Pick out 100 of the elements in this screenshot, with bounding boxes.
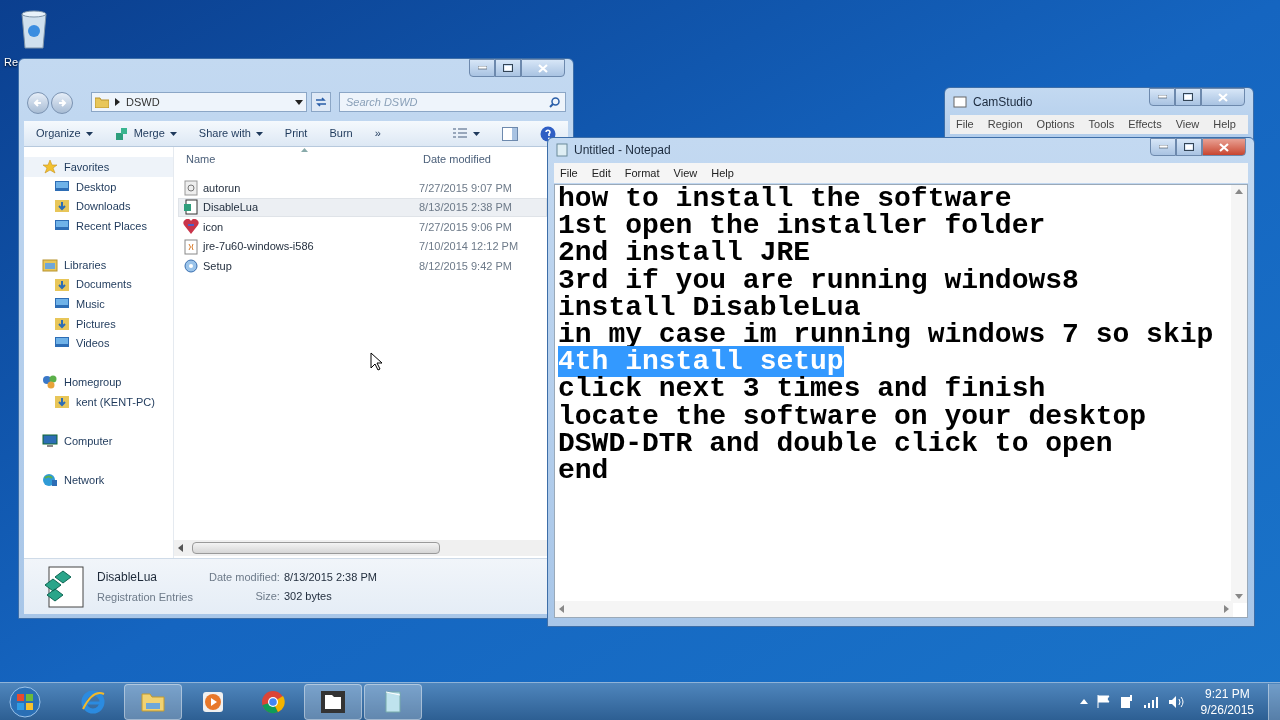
address-text: DSWD <box>126 94 161 110</box>
column-header[interactable]: Date modified <box>418 150 491 168</box>
scrollbar-thumb[interactable] <box>192 542 440 554</box>
back-arrow-icon <box>33 98 43 108</box>
detail-label: Size: <box>254 589 280 604</box>
maximize-button[interactable] <box>1175 88 1201 106</box>
scroll-left-icon[interactable] <box>559 605 564 613</box>
column-header[interactable]: Name <box>174 150 418 168</box>
minimize-icon <box>1158 145 1168 149</box>
notepad-icon <box>556 143 568 157</box>
scroll-left-icon[interactable] <box>178 544 184 552</box>
forward-button[interactable] <box>51 92 73 114</box>
taskbar-button[interactable] <box>304 683 362 720</box>
close-button[interactable] <box>521 59 565 77</box>
menu-item[interactable]: File <box>956 116 974 133</box>
toolbar-button[interactable]: » <box>374 125 381 142</box>
text-line: 3rd if you are running windows8 <box>558 264 1079 296</box>
view-options-button[interactable] <box>453 127 480 140</box>
close-button[interactable] <box>1201 88 1245 106</box>
menu-item[interactable]: Edit <box>591 164 611 182</box>
file-name: Setup <box>203 258 232 274</box>
file-date: 7/27/2015 9:06 PM <box>419 219 512 235</box>
scroll-right-icon[interactable] <box>1224 605 1229 613</box>
search-field[interactable]: Search DSWD <box>339 92 566 112</box>
menu-item[interactable]: View <box>1175 116 1200 133</box>
menu-item[interactable]: View <box>673 164 698 182</box>
nav-item[interactable]: Documents <box>24 274 173 295</box>
dropdown-icon <box>473 131 480 136</box>
scroll-up-icon[interactable] <box>1235 189 1243 194</box>
close-icon <box>538 63 548 73</box>
nav-item[interactable]: Computer <box>24 430 173 451</box>
file-date: 8/12/2015 9:42 PM <box>419 258 512 274</box>
desktop-icon-label[interactable]: Re <box>4 56 19 69</box>
heart-icon <box>183 219 199 235</box>
text-line: locate the software on your desktop <box>558 400 1147 432</box>
dropdown-icon <box>169 131 177 136</box>
maximize-icon <box>1183 93 1193 101</box>
maximize-icon <box>503 64 513 72</box>
file-name: autorun <box>203 180 241 196</box>
folder-icon <box>54 198 70 215</box>
file-row[interactable]: autorun 7/27/2015 9:07 PM <box>178 178 547 198</box>
speaker-icon[interactable] <box>1167 694 1184 709</box>
clock[interactable]: 9:21 PM 9/26/2015 <box>1200 685 1254 718</box>
show-desktop-button[interactable] <box>1268 683 1280 720</box>
preview-pane-icon[interactable] <box>502 126 518 141</box>
nav-item[interactable]: Homegroup <box>24 372 173 393</box>
nav-item[interactable]: Recent Places <box>24 216 173 236</box>
maximize-button[interactable] <box>1176 138 1202 156</box>
file-name: jre-7u60-windows-i586 <box>203 239 314 255</box>
signal-bars-icon[interactable] <box>1142 695 1159 708</box>
dropdown-icon <box>255 131 263 136</box>
back-button[interactable] <box>27 92 49 114</box>
file-row[interactable]: Setup 8/12/2015 9:42 PM <box>178 256 547 276</box>
nav-item[interactable]: Videos <box>24 333 173 354</box>
file-row[interactable]: DisableLua 8/13/2015 2:38 PM <box>178 197 547 218</box>
file-row[interactable]: jre-7u60-windows-i586 7/10/2014 12:12 PM <box>178 236 547 257</box>
file-row[interactable]: icon 7/27/2015 9:06 PM <box>178 217 547 237</box>
mouse-cursor-icon <box>370 352 382 371</box>
toolbar-button[interactable]: Share with <box>198 125 263 142</box>
close-button[interactable] <box>1202 138 1246 156</box>
nav-item[interactable]: Favorites <box>24 157 173 177</box>
sort-arrow-icon <box>301 148 308 152</box>
toolbar-button[interactable]: Organize <box>36 125 93 142</box>
nav-item[interactable]: Downloads <box>24 196 173 217</box>
help-icon[interactable] <box>540 125 556 142</box>
globe-icon <box>42 471 58 488</box>
maximize-button[interactable] <box>495 59 521 77</box>
menu-item[interactable]: Tools <box>1088 116 1115 133</box>
nav-item[interactable]: Libraries <box>24 254 173 275</box>
menu-item[interactable]: Options <box>1036 116 1075 133</box>
refresh-button[interactable] <box>311 92 331 112</box>
address-bar[interactable]: DSWD <box>91 92 307 112</box>
folder-icon <box>95 96 109 108</box>
menu-item[interactable]: Help <box>1213 116 1236 133</box>
toolbar-button[interactable]: Print <box>284 125 308 142</box>
flag-icon[interactable] <box>1096 695 1111 708</box>
window-title: CamStudio <box>973 94 1033 111</box>
close-icon <box>1219 142 1229 152</box>
toolbar-button[interactable]: Burn <box>329 125 353 142</box>
star-icon <box>42 159 58 175</box>
show-hidden-icons-icon[interactable] <box>1079 699 1088 704</box>
nav-item[interactable]: Network <box>24 469 173 490</box>
file-type: Registration Entries <box>97 589 194 605</box>
scroll-down-icon[interactable] <box>1235 594 1243 599</box>
menu-item[interactable]: Effects <box>1128 116 1162 133</box>
nav-item[interactable]: Music <box>24 294 173 314</box>
menu-item[interactable]: File <box>560 164 578 182</box>
detail-label: Date modified: <box>209 569 280 585</box>
nav-item[interactable]: Desktop <box>24 177 173 197</box>
menu-item[interactable]: Format <box>624 164 660 182</box>
nav-item[interactable]: kent (KENT-PC) <box>24 392 173 412</box>
menu-item[interactable]: Help <box>711 164 734 182</box>
nav-item[interactable]: Pictures <box>24 313 173 334</box>
app-icon <box>953 95 967 109</box>
breadcrumb-arrow-icon <box>115 98 120 106</box>
file-date: 8/13/2015 2:38 PM <box>419 200 512 216</box>
menu-item[interactable]: Region <box>987 116 1023 133</box>
toolbar-button[interactable]: Merge <box>114 125 177 142</box>
start-button[interactable] <box>6 683 44 720</box>
detail-value: 8/13/2015 2:38 PM <box>283 569 377 585</box>
